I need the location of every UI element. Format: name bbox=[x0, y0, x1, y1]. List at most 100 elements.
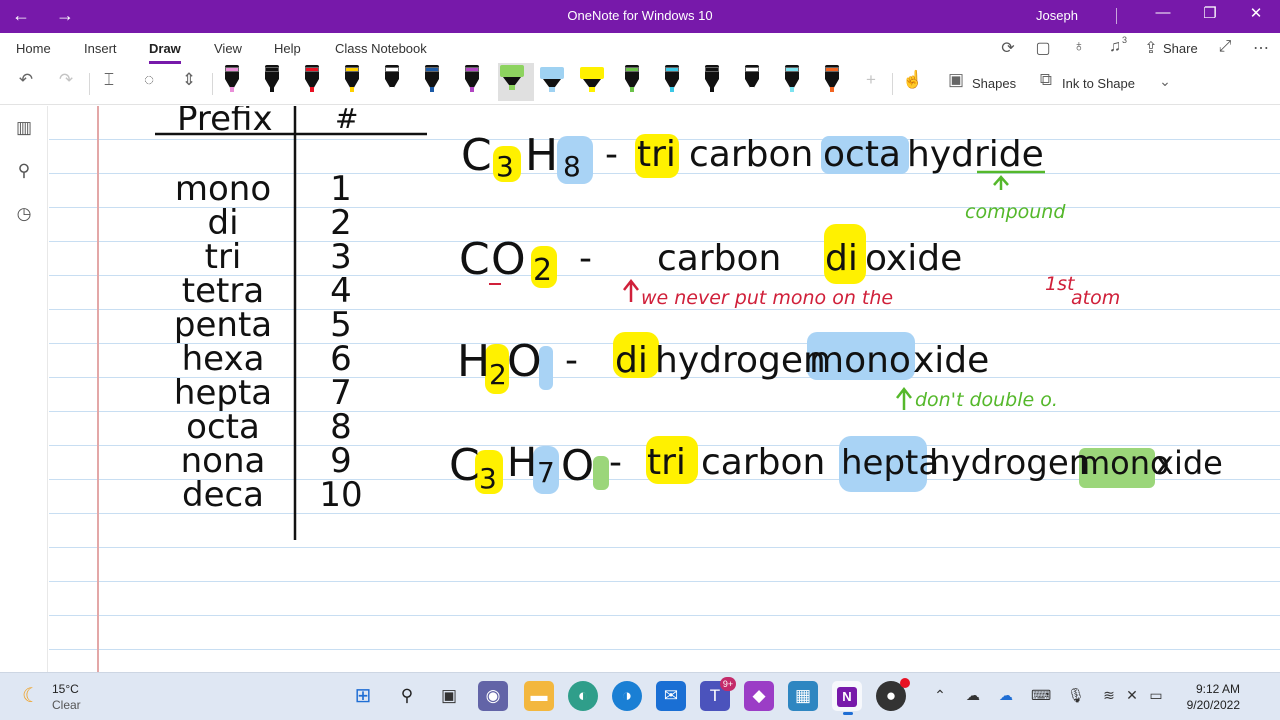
file-explorer-icon[interactable]: ▬ bbox=[524, 681, 554, 711]
formula-h: H bbox=[457, 336, 490, 387]
pen-black-white[interactable] bbox=[382, 65, 402, 95]
task-view-icon[interactable]: ▣ bbox=[434, 681, 464, 711]
tab-class-notebook[interactable]: Class Notebook bbox=[335, 41, 427, 56]
ink-to-shape-icon[interactable]: ⧉ bbox=[1033, 70, 1059, 90]
pen-black[interactable] bbox=[262, 65, 282, 95]
highlighter-green[interactable] bbox=[498, 63, 534, 101]
name-prefix-2: octa bbox=[823, 134, 901, 175]
pen-dark-blue[interactable] bbox=[422, 65, 442, 95]
power-apps-icon[interactable]: ◆ bbox=[744, 681, 774, 711]
ink-replay-icon[interactable]: ☝ bbox=[900, 70, 926, 90]
microphone-icon[interactable]: 🎙 bbox=[1066, 687, 1086, 704]
sync-icon[interactable]: ⟳ bbox=[997, 38, 1019, 58]
chevron-down-icon[interactable]: ⌄ bbox=[1152, 73, 1178, 90]
type-select-icon[interactable]: ⌶ bbox=[96, 70, 122, 90]
maximize-icon[interactable]: ❐ bbox=[1195, 4, 1225, 22]
pen-white[interactable] bbox=[742, 65, 762, 95]
more-options-icon[interactable]: ⋯ bbox=[1250, 38, 1272, 58]
expand-icon[interactable]: ⤢ bbox=[1214, 38, 1236, 56]
example-co2: C O 2 - carbon di oxide we never put mon… bbox=[459, 234, 1120, 309]
shapes-button[interactable]: Shapes bbox=[972, 76, 1016, 91]
compound-note: compound bbox=[965, 201, 1066, 223]
tab-home[interactable]: Home bbox=[16, 41, 51, 56]
start-icon[interactable]: ⊞ bbox=[348, 681, 378, 711]
formula-h: H bbox=[507, 440, 537, 486]
name-word: carbon bbox=[689, 134, 813, 175]
tab-view[interactable]: View bbox=[214, 41, 242, 56]
tab-insert[interactable]: Insert bbox=[84, 41, 117, 56]
search-icon[interactable]: ⚲ bbox=[392, 681, 422, 711]
name-prefix: tri bbox=[637, 134, 676, 175]
formula-h-subscript: 8 bbox=[563, 150, 581, 183]
ribbon: Home Insert Draw View Help Class Noteboo… bbox=[0, 33, 1280, 105]
clock-date[interactable]: 9/20/2022 bbox=[1178, 698, 1240, 712]
photos-icon[interactable]: ▦ bbox=[788, 681, 818, 711]
pen-orange[interactable] bbox=[822, 65, 842, 95]
pen-yellow[interactable] bbox=[342, 65, 362, 95]
weather-temperature[interactable]: 15°C bbox=[52, 682, 79, 696]
name-word: carbon bbox=[657, 238, 781, 279]
tab-help[interactable]: Help bbox=[274, 41, 301, 56]
mono-note-end: atom bbox=[1071, 287, 1120, 309]
pen-green[interactable] bbox=[622, 65, 642, 95]
pen-black-2[interactable] bbox=[702, 65, 722, 95]
name-prefix-2: mono bbox=[809, 340, 911, 381]
weather-description[interactable]: Clear bbox=[52, 698, 81, 712]
battery-icon[interactable]: ▭ bbox=[1146, 687, 1166, 704]
lightbulb-icon[interactable]: ♁ bbox=[1068, 38, 1090, 56]
prefix-deca: deca bbox=[182, 475, 264, 515]
onedrive-personal-icon[interactable]: ☁ bbox=[963, 687, 983, 704]
pages-icon[interactable]: ▢ bbox=[1032, 38, 1054, 58]
share-button[interactable]: Share bbox=[1163, 41, 1198, 56]
note-page[interactable]: Prefix # mono di tri tetra penta hexa hepta oct… bbox=[49, 106, 1280, 672]
onedrive-icon[interactable]: ☁ bbox=[996, 687, 1016, 704]
onenote-icon[interactable]: N bbox=[832, 681, 862, 715]
name-word-3: xide bbox=[1155, 444, 1223, 482]
edge-icon[interactable]: ◐ bbox=[568, 681, 598, 711]
search-icon[interactable]: ⚲ bbox=[12, 161, 36, 181]
close-icon[interactable]: ✕ bbox=[1241, 4, 1271, 22]
formula-o: O bbox=[507, 336, 542, 387]
double-o-arrow bbox=[896, 386, 912, 410]
minimize-icon[interactable]: — bbox=[1148, 4, 1178, 21]
chevron-up-icon[interactable]: ⌃ bbox=[930, 687, 950, 704]
ink-canvas: Prefix # monoditritetrapentahexaheptaoct… bbox=[155, 106, 1223, 540]
tab-draw[interactable]: Draw bbox=[149, 41, 181, 64]
highlighter-yellow[interactable] bbox=[578, 65, 606, 95]
pen-red[interactable] bbox=[302, 65, 322, 95]
pen-aqua[interactable] bbox=[782, 65, 802, 95]
undo-icon[interactable]: ↶ bbox=[13, 70, 39, 90]
wifi-icon[interactable]: ≋ bbox=[1099, 687, 1119, 704]
dash: - bbox=[605, 134, 618, 175]
name-prefix: di bbox=[615, 340, 648, 381]
pen-cyan[interactable] bbox=[662, 65, 682, 95]
highlights bbox=[475, 134, 1155, 494]
moon-icon[interactable]: ☾ bbox=[22, 683, 40, 708]
notebooks-icon[interactable]: ▥ bbox=[12, 118, 36, 138]
mail-icon[interactable]: ✉ bbox=[656, 681, 686, 711]
share-icon[interactable]: ⇪ bbox=[1140, 38, 1162, 58]
add-pen-icon[interactable]: + bbox=[858, 70, 884, 90]
user-name[interactable]: Joseph bbox=[1036, 8, 1078, 23]
highlighter-light-blue[interactable] bbox=[538, 65, 566, 95]
recent-notes-icon[interactable]: ◷ bbox=[12, 204, 36, 224]
obs-icon[interactable]: ● bbox=[876, 678, 910, 711]
volume-muted-icon[interactable]: ✕ bbox=[1122, 687, 1142, 704]
teams-icon[interactable]: T 9+ bbox=[700, 677, 736, 711]
keyboard-icon[interactable]: ⌨ bbox=[1031, 687, 1051, 704]
formula-c: C bbox=[459, 234, 490, 285]
redo-icon[interactable]: ↷ bbox=[53, 70, 79, 90]
chat-icon[interactable]: ◉ bbox=[478, 681, 508, 711]
pen-black-pink[interactable] bbox=[222, 65, 242, 95]
add-space-icon[interactable]: ⇕ bbox=[176, 70, 202, 90]
toolbar-separator bbox=[89, 73, 90, 95]
lasso-select-icon[interactable]: ◌ bbox=[136, 70, 162, 90]
clock-time[interactable]: 9:12 AM bbox=[1188, 682, 1240, 696]
edge-profile-icon[interactable]: ◑ bbox=[612, 681, 642, 711]
pen-purple[interactable] bbox=[462, 65, 482, 95]
number-rows: 12345678910 bbox=[319, 169, 362, 515]
formula-c-subscript: 3 bbox=[479, 462, 497, 495]
title-bar: ← → OneNote for Windows 10 Joseph — ❐ ✕ bbox=[0, 0, 1280, 33]
shapes-icon[interactable]: ▣ bbox=[943, 70, 969, 90]
ink-to-shape-button[interactable]: Ink to Shape bbox=[1062, 76, 1135, 91]
